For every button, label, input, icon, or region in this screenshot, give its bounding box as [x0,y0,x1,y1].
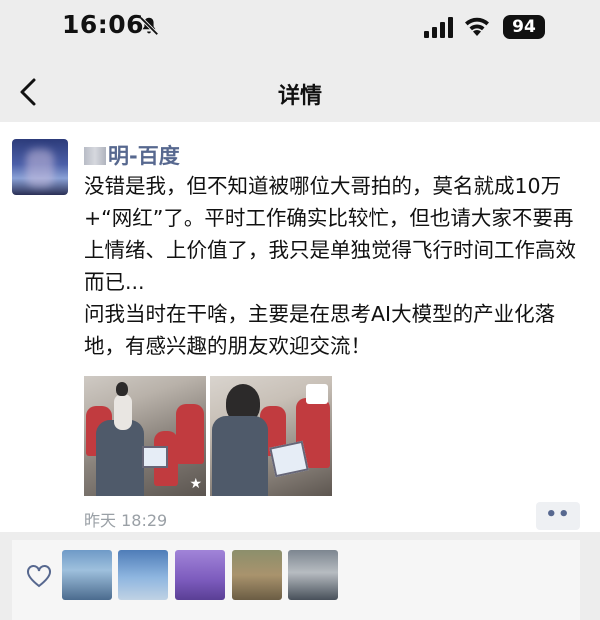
battery-indicator: 94 [503,15,545,39]
photo-tag [306,384,328,404]
signal-icon [424,17,453,38]
likes-section [12,540,580,620]
name-mask [84,147,106,165]
liker-avatar[interactable] [175,550,225,600]
nav-bar: 详情 [0,62,600,122]
status-time: 16:06 [62,10,145,39]
post-photo-1[interactable]: ★ [84,376,206,496]
liker-avatar[interactable] [232,550,282,600]
wifi-icon [465,17,489,36]
author-avatar[interactable] [12,139,68,195]
post-text: 没错是我，但不知道被哪位大哥拍的，莫名就成10万+“网红”了。平时工作确实比较忙… [84,174,576,358]
liker-avatar[interactable] [288,550,338,600]
liker-avatar[interactable] [62,550,112,600]
muted-bell-icon [139,16,159,36]
star-icon: ★ [189,476,202,492]
liker-avatar[interactable] [118,550,168,600]
status-bar: 16:06 94 [0,0,600,56]
author-name[interactable]: 明-百度 [84,140,180,170]
heart-icon[interactable] [26,564,52,590]
post-timestamp: 昨天 18:29 [84,511,168,530]
page-title: 详情 [277,84,322,109]
post-photo-2[interactable] [210,376,332,496]
moment-post: 明-百度 没错是我，但不知道被哪位大哥拍的，莫名就成10万+“网红”了。平时工作… [0,122,600,532]
more-actions-button[interactable]: •• [536,502,580,530]
